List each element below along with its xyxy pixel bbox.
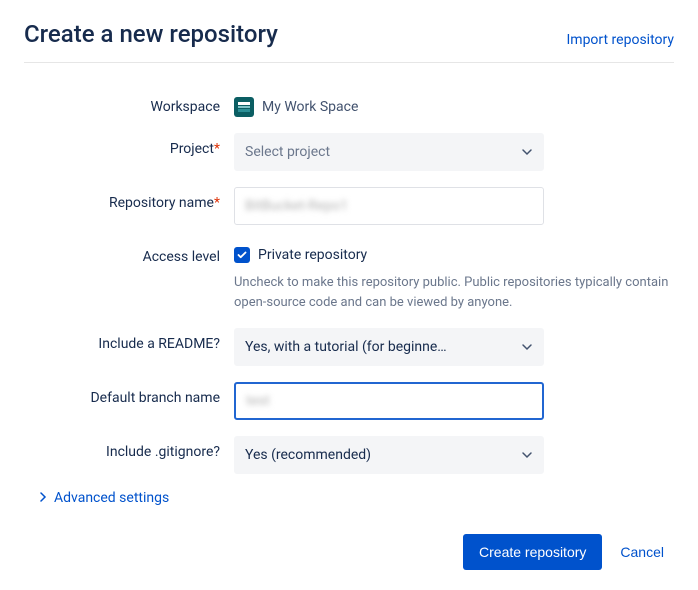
project-select-value: Select project	[245, 144, 330, 160]
repo-name-value: BitBucket-Repo1	[245, 198, 348, 214]
access-level-label: Access level	[24, 241, 234, 265]
workspace-icon	[234, 97, 254, 117]
project-select[interactable]: Select project	[234, 133, 544, 171]
default-branch-input[interactable]: test	[234, 382, 544, 420]
chevron-down-icon	[521, 341, 533, 353]
workspace-name: My Work Space	[262, 99, 358, 115]
workspace-label: Workspace	[24, 91, 234, 115]
default-branch-value: test	[246, 393, 270, 409]
private-checkbox[interactable]	[234, 247, 250, 263]
create-repository-button[interactable]: Create repository	[463, 534, 602, 570]
default-branch-label: Default branch name	[24, 382, 234, 406]
page-title: Create a new repository	[24, 20, 278, 48]
import-repository-link[interactable]: Import repository	[566, 32, 674, 48]
chevron-down-icon	[521, 146, 533, 158]
advanced-settings-label: Advanced settings	[54, 490, 169, 506]
repo-name-input[interactable]: BitBucket-Repo1	[234, 187, 544, 225]
advanced-settings-toggle[interactable]: Advanced settings	[38, 490, 674, 506]
gitignore-select-value: Yes (recommended)	[245, 447, 371, 463]
chevron-right-icon	[38, 490, 48, 506]
access-help-text: Uncheck to make this repository public. …	[234, 273, 674, 312]
gitignore-select[interactable]: Yes (recommended)	[234, 436, 544, 474]
chevron-down-icon	[521, 449, 533, 461]
private-checkbox-label: Private repository	[258, 247, 367, 263]
repo-name-label: Repository name*	[24, 187, 234, 211]
readme-select-value: Yes, with a tutorial (for beginne…	[245, 339, 447, 355]
include-readme-label: Include a README?	[24, 328, 234, 352]
include-gitignore-label: Include .gitignore?	[24, 436, 234, 460]
cancel-button[interactable]: Cancel	[620, 544, 664, 560]
readme-select[interactable]: Yes, with a tutorial (for beginne…	[234, 328, 544, 366]
project-label: Project*	[24, 133, 234, 157]
